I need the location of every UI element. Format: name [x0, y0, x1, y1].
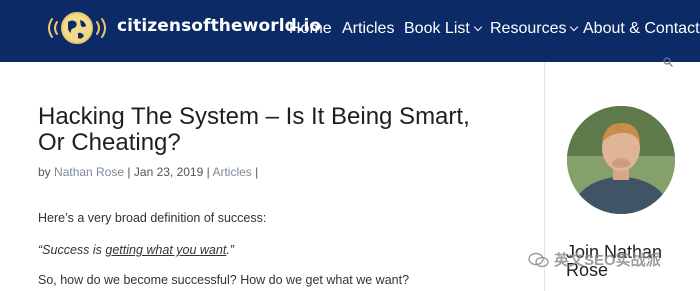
author-photo — [567, 106, 675, 214]
chevron-down-icon — [473, 22, 483, 32]
post-paragraph: Here’s a very broad definition of succes… — [38, 211, 267, 225]
nav-book-list[interactable]: Book List — [404, 20, 483, 38]
quote-prefix: “Success is — [38, 243, 106, 257]
post-paragraph: So, how do we become successful? How do … — [38, 273, 410, 287]
post-title: Hacking The System – Is It Being Smart, … — [38, 103, 470, 156]
nav-resources-label: Resources — [490, 20, 567, 37]
quote-suffix: .” — [226, 243, 234, 257]
wechat-icon — [528, 252, 549, 267]
nav-home-label: Home — [289, 20, 332, 37]
meta-separator: | — [206, 165, 210, 179]
nav-articles-label: Articles — [342, 20, 395, 37]
watermark: 英文SEO实战派 — [528, 249, 661, 270]
site-header: citizensoftheworld.io Home Articles Book… — [0, 0, 700, 62]
chevron-down-icon — [570, 22, 579, 32]
nav-articles[interactable]: Articles — [342, 20, 394, 38]
post-date: Jan 23, 2019 — [133, 165, 204, 179]
search-icon[interactable] — [663, 57, 673, 67]
author-link[interactable]: Nathan Rose — [54, 165, 124, 179]
meta-separator: | — [255, 165, 259, 179]
avatar — [567, 106, 675, 214]
meta-separator: | — [127, 165, 131, 179]
post-meta: by Nathan Rose | Jan 23, 2019 | Articles… — [38, 165, 258, 179]
nav-about-contact[interactable]: About & Contact — [583, 20, 700, 38]
post-quote: “Success is getting what you want.” — [38, 243, 234, 257]
quote-underlined: getting what you want — [105, 243, 227, 257]
nav-book-list-label: Book List — [404, 20, 470, 37]
globe-broadcast-icon[interactable] — [42, 9, 112, 47]
nav-resources[interactable]: Resources — [490, 20, 579, 38]
nav-about-label: About & Contact — [583, 20, 700, 37]
watermark-text: 英文SEO实战派 — [554, 252, 661, 269]
meta-by: by — [38, 165, 51, 179]
category-link[interactable]: Articles — [212, 165, 251, 179]
nav-home[interactable]: Home — [289, 20, 332, 38]
